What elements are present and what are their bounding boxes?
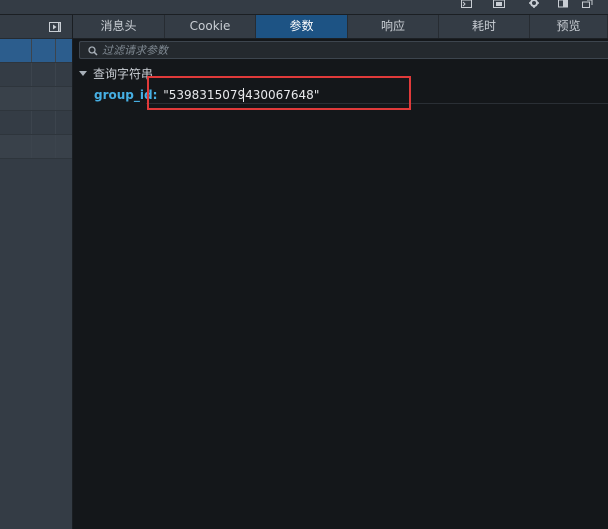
- collapse-pane-icon[interactable]: [49, 21, 61, 35]
- filter-params-field[interactable]: [79, 41, 608, 59]
- request-row[interactable]: [0, 135, 72, 159]
- popout-icon[interactable]: [582, 0, 593, 8]
- request-row[interactable]: [0, 63, 72, 87]
- tab-response[interactable]: 响应: [348, 15, 439, 38]
- request-list-pane: [0, 15, 73, 529]
- settings-icon[interactable]: [528, 0, 539, 8]
- request-row[interactable]: [0, 39, 72, 63]
- search-icon: [88, 45, 98, 59]
- tab-cookies[interactable]: Cookie: [165, 15, 256, 38]
- devtools-toolbar: [0, 0, 608, 15]
- console-icon[interactable]: [461, 0, 472, 8]
- filter-params-input[interactable]: [102, 42, 582, 58]
- request-row[interactable]: [0, 87, 72, 111]
- section-title: 查询字符串: [93, 67, 154, 81]
- param-key: group_id: [94, 88, 153, 102]
- tab-headers[interactable]: 消息头: [73, 15, 165, 38]
- highlight-annotation-box: [147, 76, 411, 110]
- request-row[interactable]: [0, 111, 72, 135]
- request-list-header: [0, 15, 72, 39]
- disclosure-triangle-icon[interactable]: [79, 71, 87, 76]
- tab-preview[interactable]: 预览: [530, 15, 608, 38]
- dock-icon[interactable]: [558, 0, 569, 8]
- tab-params[interactable]: 参数: [256, 15, 348, 38]
- query-string-section-header[interactable]: 查询字符串: [79, 66, 153, 82]
- screenshot-icon[interactable]: [493, 0, 505, 8]
- details-tab-bar: 消息头 Cookie 参数 响应 耗时 预览: [73, 15, 608, 39]
- tab-timings[interactable]: 耗时: [439, 15, 530, 38]
